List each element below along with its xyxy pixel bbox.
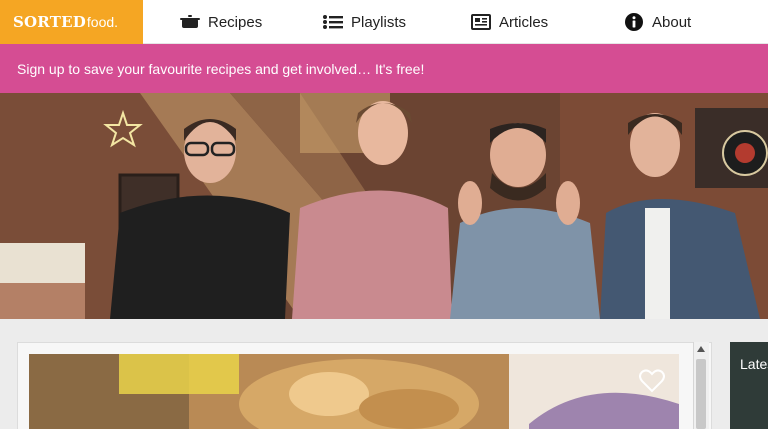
scrollbar-thumb[interactable] <box>696 359 706 429</box>
sorted-food-logo[interactable]: SORTED food. <box>0 0 143 44</box>
info-icon <box>623 13 645 31</box>
logo-suffix-text: food. <box>86 14 119 30</box>
content-area: Lates <box>0 319 768 429</box>
favourite-heart-icon[interactable] <box>639 369 665 393</box>
nav-articles[interactable]: Articles <box>470 0 548 44</box>
hero-image <box>0 93 768 319</box>
latest-panel[interactable]: Lates <box>730 342 768 429</box>
nav-playlists-label: Playlists <box>351 13 407 31</box>
pot-icon <box>179 13 201 31</box>
nav-playlists[interactable]: Playlists <box>322 0 406 44</box>
newspaper-icon <box>470 13 492 31</box>
scroll-up-arrow-icon[interactable] <box>693 342 709 356</box>
latest-label: Lates <box>740 356 768 372</box>
nav-about-label: About <box>652 13 692 31</box>
top-navigation: SORTED food. Recipes Playlists Articles … <box>0 0 768 44</box>
logo-brand-text: SORTED <box>13 13 86 31</box>
recipe-image[interactable] <box>29 354 679 429</box>
nav-about[interactable]: About <box>623 0 691 44</box>
list-icon <box>322 13 344 31</box>
nav-articles-label: Articles <box>499 13 549 31</box>
signup-banner[interactable]: Sign up to save your favourite recipes a… <box>0 44 768 93</box>
nav-recipes-label: Recipes <box>208 13 263 31</box>
signup-banner-text: Sign up to save your favourite recipes a… <box>17 60 425 77</box>
featured-recipe-card[interactable] <box>17 342 712 429</box>
nav-recipes[interactable]: Recipes <box>179 0 262 44</box>
